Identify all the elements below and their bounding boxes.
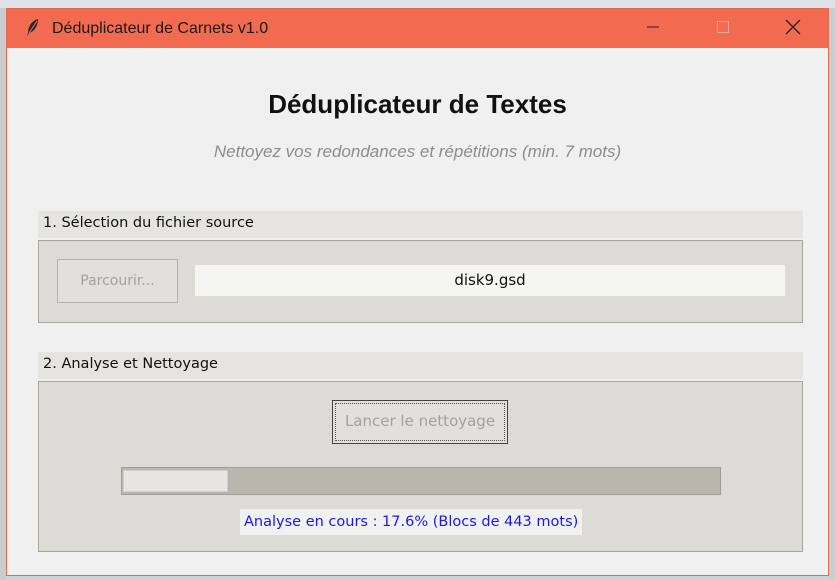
browse-button[interactable]: Parcourir... bbox=[57, 259, 178, 303]
title-bar[interactable]: Déduplicateur de Carnets v1.0 bbox=[7, 9, 828, 48]
file-path-field[interactable]: disk9.gsd bbox=[195, 265, 785, 296]
minimize-button[interactable] bbox=[618, 9, 688, 48]
analysis-section-frame: Lancer le nettoyage Analyse en cours : 1… bbox=[38, 381, 803, 552]
source-file-section: 1. Sélection du fichier source Parcourir… bbox=[38, 211, 803, 323]
app-window: Déduplicateur de Carnets v1.0 Déduplicat… bbox=[6, 8, 829, 576]
close-icon bbox=[785, 19, 801, 39]
analysis-section: 2. Analyse et Nettoyage Lancer le nettoy… bbox=[38, 352, 803, 552]
background-right bbox=[829, 8, 835, 580]
maximize-button[interactable] bbox=[688, 9, 758, 48]
analysis-section-label: 2. Analyse et Nettoyage bbox=[38, 352, 803, 379]
status-text: Analyse en cours : 17.6% (Blocs de 443 m… bbox=[240, 509, 583, 535]
source-section-label: 1. Sélection du fichier source bbox=[38, 211, 803, 238]
window-title: Déduplicateur de Carnets v1.0 bbox=[52, 20, 269, 37]
window-controls bbox=[618, 9, 828, 48]
page-subtitle: Nettoyez vos redondances et répétitions … bbox=[213, 142, 622, 161]
run-cleanup-button[interactable]: Lancer le nettoyage bbox=[332, 400, 508, 444]
maximize-icon bbox=[716, 19, 730, 38]
feather-icon bbox=[23, 18, 43, 38]
progress-fill bbox=[123, 470, 228, 492]
run-cleanup-label: Lancer le nettoyage bbox=[344, 412, 496, 430]
page-title: Déduplicateur de Textes bbox=[268, 89, 567, 119]
close-button[interactable] bbox=[758, 9, 828, 48]
source-section-frame: Parcourir... disk9.gsd bbox=[38, 240, 803, 323]
progress-bar bbox=[121, 467, 721, 495]
minimize-icon bbox=[646, 19, 660, 38]
